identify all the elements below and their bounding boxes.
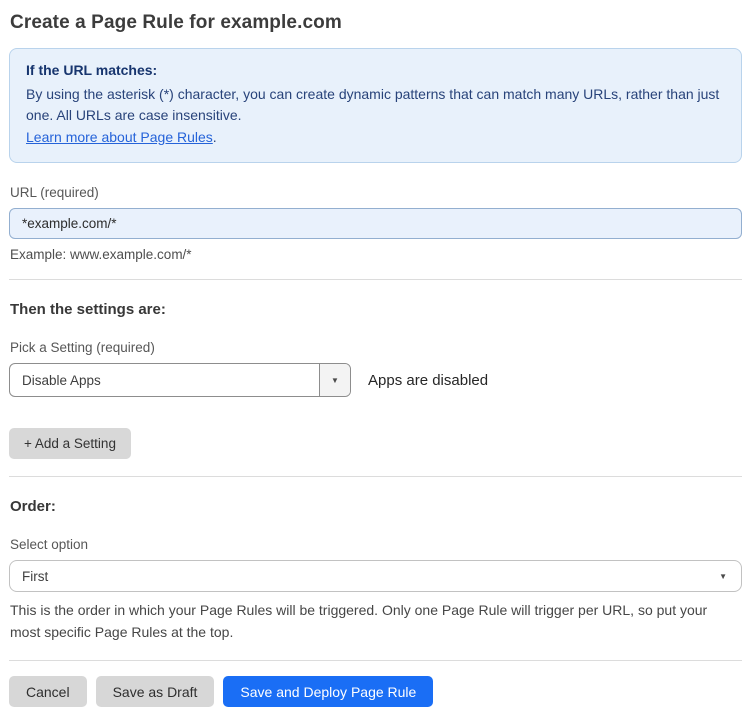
learn-more-link[interactable]: Learn more about Page Rules [26, 129, 213, 145]
setting-row: Disable Apps ▼ Apps are disabled [9, 363, 742, 397]
order-section-heading: Order: [10, 498, 56, 515]
info-box-heading: If the URL matches: [26, 62, 158, 78]
page-rule-form: Create a Page Rule for example.com If th… [0, 0, 750, 707]
order-select-value: First [22, 568, 49, 584]
setting-dropdown-value: Disable Apps [22, 372, 101, 388]
order-select[interactable]: First ▼ [9, 560, 742, 592]
divider [9, 476, 742, 477]
chevron-down-icon[interactable]: ▼ [319, 364, 350, 396]
divider [9, 660, 742, 661]
info-link-line: Learn more about Page Rules. [26, 127, 725, 148]
url-field-label: URL (required) [10, 185, 99, 200]
order-select-label: Select option [10, 537, 89, 552]
link-suffix: . [212, 129, 217, 145]
settings-section-heading: Then the settings are: [10, 301, 166, 318]
add-setting-button[interactable]: + Add a Setting [9, 428, 131, 459]
form-actions: Cancel Save as Draft Save and Deploy Pag… [9, 676, 742, 707]
page-title: Create a Page Rule for example.com [10, 12, 342, 33]
setting-status-text: Apps are disabled [368, 371, 489, 389]
info-box-body: By using the asterisk (*) character, you… [26, 86, 720, 123]
order-helper-text: This is the order in which your Page Rul… [10, 602, 708, 640]
caret-down-icon: ▼ [719, 571, 727, 581]
save-as-draft-button[interactable]: Save as Draft [95, 676, 215, 707]
setting-dropdown[interactable]: Disable Apps ▼ [9, 363, 351, 397]
divider [9, 279, 742, 280]
cancel-button[interactable]: Cancel [9, 676, 87, 707]
url-input[interactable] [9, 208, 742, 239]
save-and-deploy-button[interactable]: Save and Deploy Page Rule [223, 676, 434, 707]
url-match-info-box: If the URL matches: By using the asteris… [9, 48, 742, 163]
url-example-helper: Example: www.example.com/* [10, 247, 192, 262]
pick-setting-label: Pick a Setting (required) [10, 340, 155, 355]
